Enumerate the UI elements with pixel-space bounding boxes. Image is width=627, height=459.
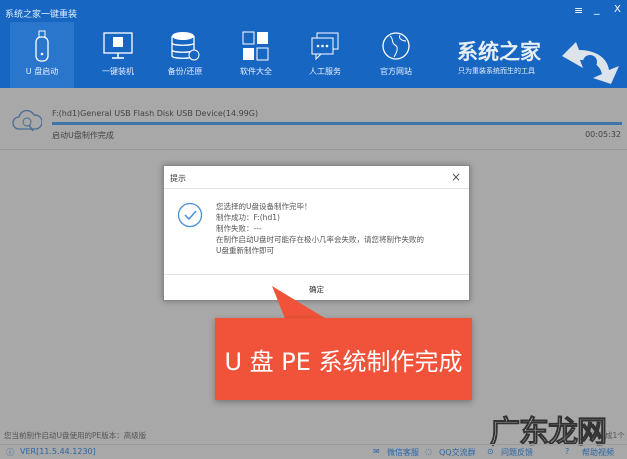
brand-name: 系统之家 [457, 40, 541, 64]
usb-icon [35, 30, 49, 62]
help-icon: ? [565, 447, 570, 456]
nav-usb-boot[interactable]: U 盘启动 [10, 22, 74, 88]
nav-software[interactable]: 软件大全 [224, 22, 288, 88]
chat-icon [311, 32, 339, 61]
status-bar: ⓘ VER[11.5.44.1230] ✉ 微信客服 ◌ QQ交流群 ⊙ 问题反… [0, 444, 627, 459]
device-name: F:(hd1)General USB Flash Disk USB Device… [52, 109, 259, 118]
check-circle-icon [177, 202, 203, 228]
prompt-dialog: 提示 × 您选择的U盘设备制作完毕！ 制作成功：F:(hd1) 制作失败：---… [163, 165, 470, 301]
brand-logo-icon [562, 42, 619, 84]
brand-slogan: 只为重装系统而生的工具 [458, 67, 535, 75]
nav-backup-restore[interactable]: 备份/还原 [153, 22, 217, 88]
minimize-button[interactable]: _ [594, 2, 600, 15]
nav-one-click-install[interactable]: 一键装机 [86, 22, 150, 88]
link-feedback[interactable]: 问题反馈 [501, 447, 533, 458]
window-title: 系统之家一键重装 [5, 10, 78, 20]
elapsed-time: 00:05:32 [585, 130, 621, 139]
dialog-close-button[interactable]: × [451, 170, 461, 184]
nav-official-site[interactable]: 官方网站 [364, 22, 428, 88]
dialog-line: U盘重新制作即可 [216, 246, 274, 255]
pe-version-text: 您当前制作启动U盘使用的PE版本：高级版 [4, 431, 147, 440]
dialog-line: 在制作启动U盘时可能存在极小几率会失败，请您将制作失败的 [216, 235, 424, 244]
task-row: F:(hd1)General USB Flash Disk USB Device… [0, 95, 627, 150]
version-text: VER[11.5.44.1230] [20, 447, 96, 456]
header: 系统之家一键重装 ≡ _ X U 盘启动 一键装机 备份/还原 软件大全 人工服… [0, 0, 627, 88]
dialog-line: 制作失败：--- [216, 224, 262, 233]
link-qq-group[interactable]: QQ交流群 [439, 447, 476, 458]
dialog-body: 您选择的U盘设备制作完毕！ 制作成功：F:(hd1) 制作失败：--- 在制作启… [164, 189, 469, 274]
info-icon: ⓘ [6, 448, 14, 457]
nav-manual-service[interactable]: 人工服务 [293, 22, 357, 88]
dialog-title-bar: 提示 × [164, 166, 469, 189]
database-icon [171, 32, 200, 61]
qq-icon: ◌ [425, 447, 432, 456]
link-wechat-service[interactable]: 微信客服 [387, 447, 419, 458]
progress-fill [52, 122, 622, 125]
feedback-icon: ⊙ [487, 447, 494, 456]
wechat-icon: ✉ [373, 447, 380, 456]
dialog-line: 您选择的U盘设备制作完毕！ [216, 202, 312, 211]
link-help-video[interactable]: 帮助视频 [582, 447, 614, 458]
close-button[interactable]: X [614, 4, 621, 15]
menu-button[interactable]: ≡ [574, 4, 583, 17]
cloud-usb-icon [12, 109, 42, 132]
dialog-line: 制作成功：F:(hd1) [216, 213, 280, 222]
globe-icon [382, 32, 410, 60]
dialog-title: 提示 [170, 174, 186, 183]
apps-icon [242, 31, 269, 61]
task-status: 启动U盘制作完成 [52, 131, 114, 140]
monitor-icon [103, 32, 133, 59]
completion-banner: U 盘 PE 系统制作完成 [215, 318, 472, 400]
progress-bar [52, 122, 622, 125]
